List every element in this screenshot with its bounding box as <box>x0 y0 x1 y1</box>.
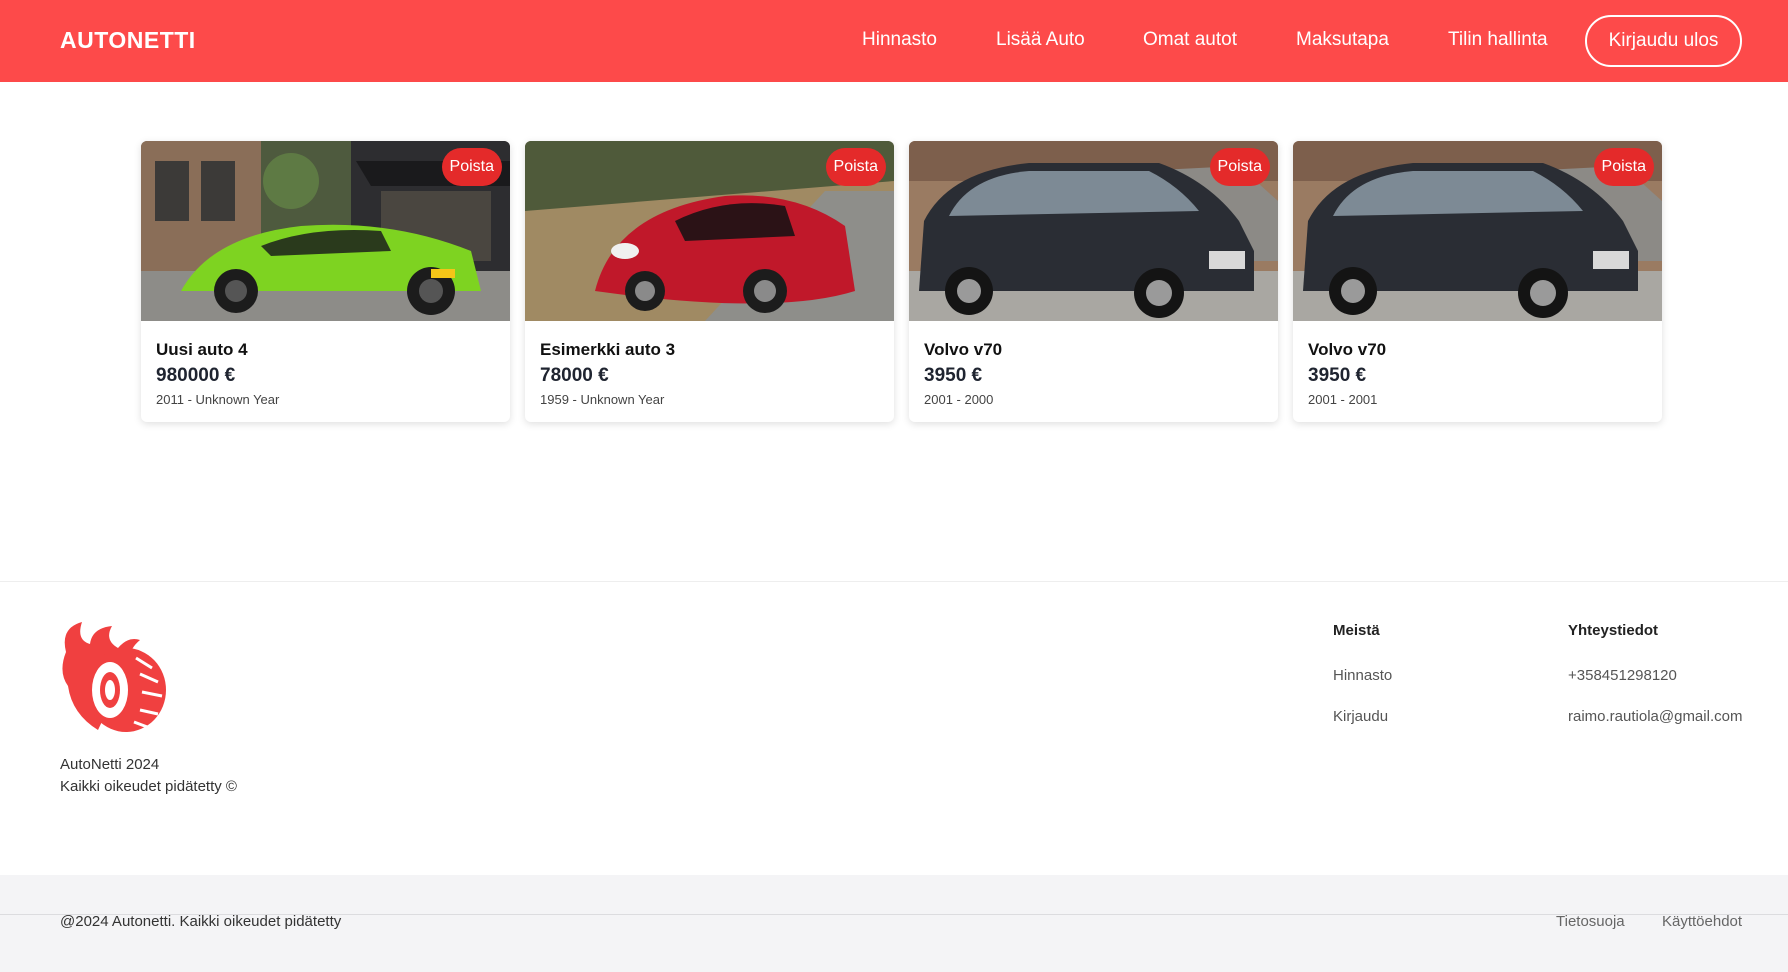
delete-car-button[interactable]: Poista <box>825 148 886 186</box>
nav-link-lisaa-auto[interactable]: Lisää Auto <box>996 29 1085 51</box>
car-years: 2001 - 2001 <box>1308 392 1378 407</box>
car-title[interactable]: Volvo v70 <box>1308 340 1386 360</box>
car-years: 2001 - 2000 <box>924 392 994 407</box>
nav-link-tilin-hallinta[interactable]: Tilin hallinta <box>1448 29 1548 51</box>
car-card[interactable]: Poista Uusi auto 4 980000 € 2011 - Unkno… <box>141 141 510 422</box>
car-card[interactable]: Poista Esimerkki auto 3 78000 € 1959 - U… <box>525 141 894 422</box>
footer-heading-about: Meistä <box>1333 622 1380 639</box>
car-title[interactable]: Uusi auto 4 <box>156 340 248 360</box>
car-card[interactable]: Poista Volvo v70 3950 € 2001 - 2000 <box>909 141 1278 422</box>
delete-car-button[interactable]: Poista <box>441 148 502 186</box>
top-navigation-bar: AUTONETTI Hinnasto Lisää Auto Omat autot… <box>0 0 1788 82</box>
car-price: 980000 € <box>156 365 236 386</box>
car-price: 3950 € <box>1308 365 1367 386</box>
car-years: 1959 - Unknown Year <box>540 392 665 407</box>
footer-rights-line: Kaikki oikeudet pidätetty © <box>60 778 237 795</box>
footer-heading-contact: Yhteystiedot <box>1568 622 1659 639</box>
car-years: 2011 - Unknown Year <box>156 392 280 407</box>
car-price: 3950 € <box>924 365 983 386</box>
footer-divider <box>0 581 1788 582</box>
nav-link-omat-autot[interactable]: Omat autot <box>1143 29 1237 51</box>
bottom-copyright: @2024 Autonetti. Kaikki oikeudet pidätet… <box>60 913 342 930</box>
footer-company-line: AutoNetti 2024 <box>60 756 160 773</box>
privacy-link[interactable]: Tietosuoja <box>1556 913 1625 930</box>
footer-contact-email: raimo.rautiola@gmail.com <box>1568 708 1743 725</box>
car-title[interactable]: Esimerkki auto 3 <box>540 340 675 360</box>
logout-button[interactable]: Kirjaudu ulos <box>1585 15 1742 67</box>
car-title[interactable]: Volvo v70 <box>924 340 1002 360</box>
delete-car-button[interactable]: Poista <box>1209 148 1270 186</box>
nav-link-hinnasto[interactable]: Hinnasto <box>862 29 937 51</box>
flaming-tire-icon <box>58 622 173 734</box>
car-price: 78000 € <box>540 365 609 386</box>
footer-link-hinnasto[interactable]: Hinnasto <box>1333 667 1392 684</box>
nav-link-maksutapa[interactable]: Maksutapa <box>1296 29 1389 51</box>
footer-contact-phone: +358451298120 <box>1568 667 1677 684</box>
terms-link[interactable]: Käyttöehdot <box>1662 913 1742 930</box>
delete-car-button[interactable]: Poista <box>1593 148 1654 186</box>
car-card[interactable]: Poista Volvo v70 3950 € 2001 - 2001 <box>1293 141 1662 422</box>
brand-logo-text[interactable]: AUTONETTI <box>60 27 196 54</box>
footer-link-kirjaudu[interactable]: Kirjaudu <box>1333 708 1388 725</box>
